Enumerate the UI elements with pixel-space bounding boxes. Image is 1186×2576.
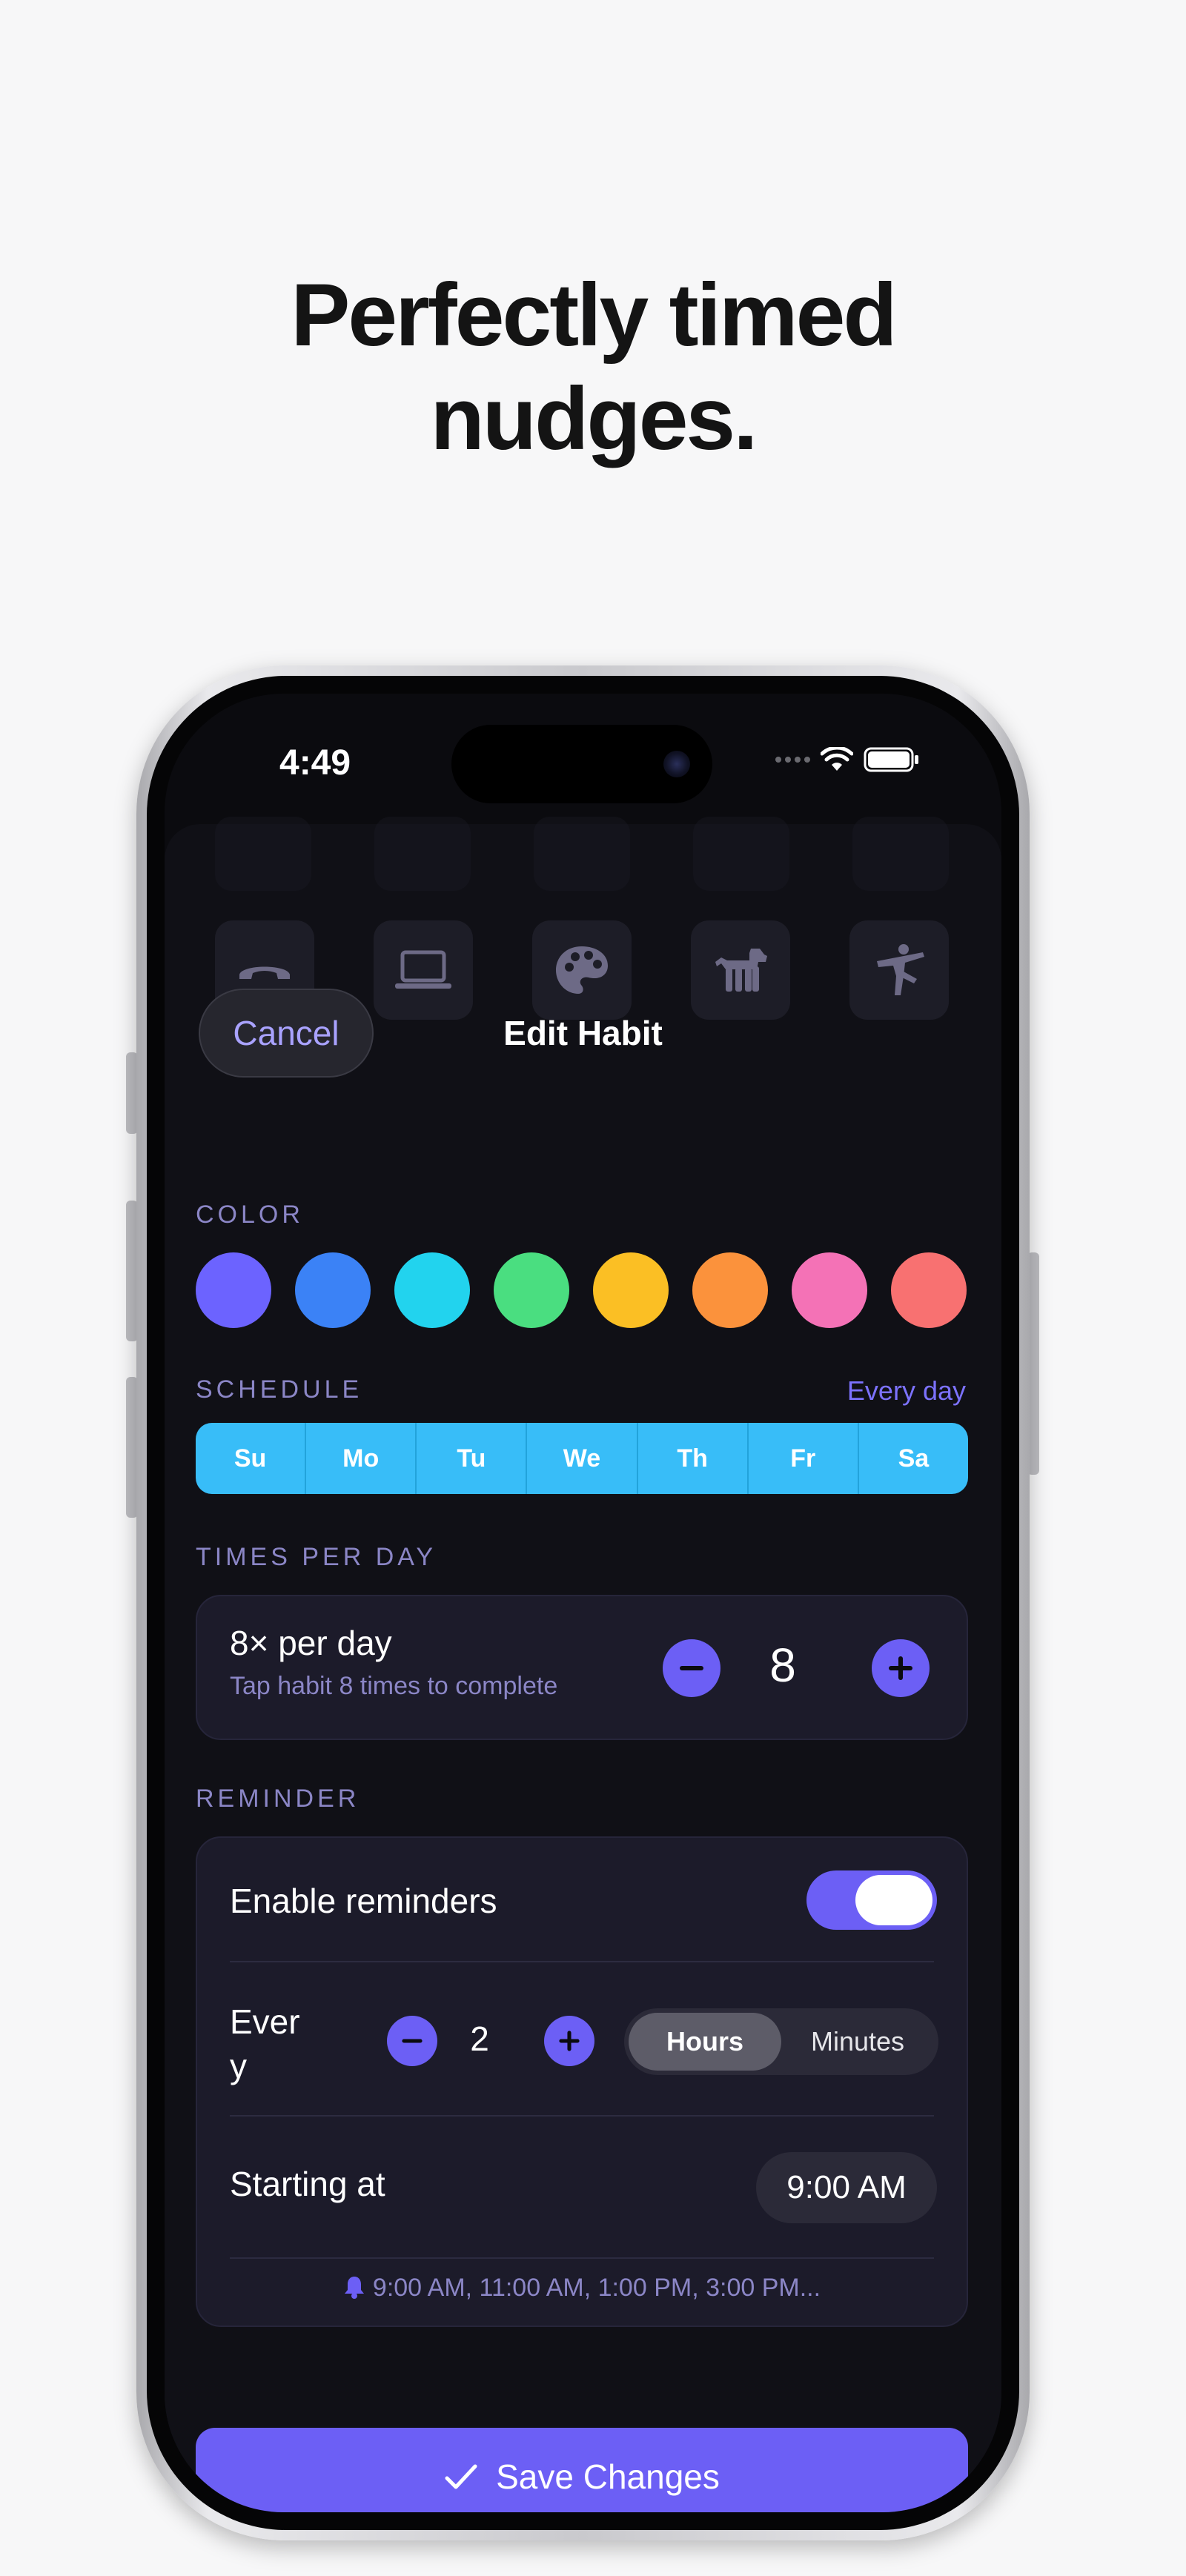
scrolled-icon-row — [215, 817, 949, 898]
dog-icon — [715, 949, 767, 992]
headline-line-2: nudges. — [430, 369, 758, 468]
unit-option-hours[interactable]: Hours — [629, 2013, 781, 2071]
decrease-interval-button[interactable] — [387, 2016, 437, 2066]
color-swatch[interactable] — [692, 1252, 768, 1328]
icon-option-laptop[interactable] — [374, 920, 473, 1020]
color-section-label: COLOR — [196, 1201, 304, 1229]
schedule-section-label: SCHEDULE — [196, 1375, 363, 1404]
reminder-section-label: REMINDER — [196, 1785, 360, 1813]
color-swatch[interactable] — [394, 1252, 470, 1328]
color-swatch[interactable] — [494, 1252, 569, 1328]
camera-icon — [663, 751, 690, 777]
times-per-day-title: 8× per day — [230, 1624, 392, 1662]
bell-icon — [344, 2277, 364, 2299]
times-per-day-label: TIMES PER DAY — [196, 1543, 437, 1571]
icon-option-dog[interactable] — [691, 920, 790, 1020]
start-time-picker[interactable]: 9:00 AM — [756, 2152, 937, 2223]
color-swatch[interactable] — [891, 1252, 967, 1328]
checkmark-icon — [445, 2464, 477, 2489]
cancel-button[interactable]: Cancel — [199, 989, 374, 1078]
battery-icon — [864, 747, 918, 772]
enable-reminders-toggle[interactable] — [806, 1870, 937, 1930]
save-changes-button[interactable]: Save Changes — [196, 2428, 968, 2512]
dynamic-island — [451, 725, 712, 803]
day-toggle[interactable]: Th — [638, 1423, 749, 1494]
times-per-day-card: 8× per day Tap habit 8 times to complete… — [196, 1595, 968, 1740]
interval-unit-selector: Hours Minutes — [624, 2008, 938, 2075]
times-per-day-value: 8 — [769, 1639, 796, 1692]
decrease-times-button[interactable] — [663, 1639, 720, 1697]
icon-option-palette[interactable] — [532, 920, 632, 1020]
reminder-card: Enable reminders Ever y 2 Hours Minutes … — [196, 1836, 968, 2327]
starting-at-label: Starting at — [230, 2165, 385, 2203]
headline: Perfectly timed nudges. — [0, 263, 1186, 471]
plus-icon — [559, 2031, 580, 2051]
every-label: Ever y — [230, 2002, 300, 2085]
divider — [230, 2257, 934, 2259]
color-swatch[interactable] — [593, 1252, 669, 1328]
plus-icon — [889, 1656, 912, 1680]
edit-habit-sheet: Cancel Edit Habit COLOR SCHEDULE Every d… — [165, 817, 1001, 2512]
schedule-summary[interactable]: Every day — [847, 1375, 966, 1407]
reminder-preview: 9:00 AM, 11:00 AM, 1:00 PM, 3:00 PM... — [197, 2274, 967, 2303]
increase-interval-button[interactable] — [544, 2016, 594, 2066]
day-toggle[interactable]: Mo — [306, 1423, 417, 1494]
status-icons — [775, 747, 920, 772]
day-toggle[interactable]: We — [527, 1423, 638, 1494]
wifi-icon — [821, 747, 853, 771]
day-toggle[interactable]: Fr — [749, 1423, 859, 1494]
minus-icon — [680, 1666, 703, 1670]
headline-line-1: Perfectly timed — [291, 265, 897, 365]
save-changes-label: Save Changes — [496, 2457, 720, 2496]
phone-icon — [239, 966, 290, 979]
interval-value: 2 — [470, 2019, 489, 2058]
reminder-preview-text: 9:00 AM, 11:00 AM, 1:00 PM, 3:00 PM... — [372, 2274, 821, 2302]
laptop-icon — [395, 950, 451, 989]
color-picker — [196, 1252, 967, 1330]
increase-times-button[interactable] — [872, 1639, 930, 1697]
day-toggle[interactable]: Tu — [417, 1423, 528, 1494]
palette-icon — [556, 946, 608, 994]
weekday-selector: Su Mo Tu We Th Fr Sa — [196, 1423, 968, 1494]
day-toggle[interactable]: Sa — [859, 1423, 968, 1494]
divider — [230, 2115, 934, 2117]
status-time: 4:49 — [279, 743, 351, 783]
color-swatch[interactable] — [295, 1252, 371, 1328]
minus-icon — [402, 2039, 423, 2043]
icon-option-yoga[interactable] — [849, 920, 949, 1020]
unit-option-minutes[interactable]: Minutes — [781, 2013, 934, 2071]
color-swatch[interactable] — [792, 1252, 867, 1328]
day-toggle[interactable]: Su — [196, 1423, 307, 1494]
yoga-icon — [877, 944, 924, 995]
signal-icon — [775, 757, 810, 763]
times-per-day-subtitle: Tap habit 8 times to complete — [230, 1672, 558, 1700]
divider — [230, 1961, 934, 1962]
toggle-knob — [855, 1875, 932, 1925]
enable-reminders-label: Enable reminders — [230, 1882, 497, 1920]
phone-screen: 4:49 Cancel Edit Habit COLOR SCHEDULE Ev… — [165, 694, 1001, 2512]
color-swatch[interactable] — [196, 1252, 271, 1328]
